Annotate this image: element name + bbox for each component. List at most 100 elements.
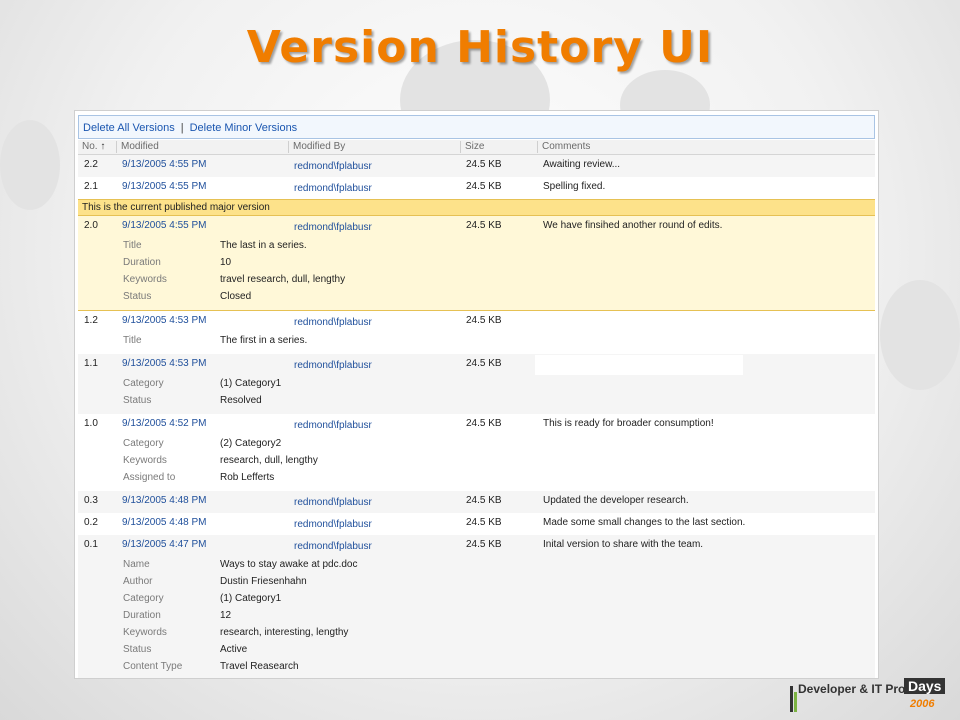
modified-date-link[interactable]: 9/13/2005 4:55 PM (122, 159, 207, 170)
property-label: Name (123, 559, 150, 570)
version-group: 2.2 9/13/2005 4:55 PM redmond\fplabusr 24.5… (78, 155, 875, 177)
file-size: 24.5 KB (466, 495, 502, 506)
version-group: 2.1 9/13/2005 4:55 PM redmond\fplabusr 24.5… (78, 177, 875, 199)
modified-date-link[interactable]: 9/13/2005 4:55 PM (122, 181, 207, 192)
logo-year-text: 2006 (910, 698, 935, 710)
version-number: 0.1 (84, 539, 98, 550)
property-value: research, interesting, lengthy (220, 627, 349, 638)
modified-date-link[interactable]: 9/13/2005 4:48 PM (122, 495, 207, 506)
version-property: Keywords travel research, dull, lengthy (78, 272, 875, 289)
version-number: 2.2 (84, 159, 98, 170)
property-value: 10 (220, 257, 232, 268)
table-row: 1.2 9/13/2005 4:53 PM redmond\fplabusr 24.5… (78, 311, 875, 333)
version-group: 0.2 9/13/2005 4:48 PM redmond\fplabusr 24.5… (78, 513, 875, 535)
property-value: The last in a series. (220, 240, 307, 251)
version-property: Title The first in a series. (78, 333, 875, 350)
paw-print-decoration (880, 280, 960, 390)
property-value: The first in a series. (220, 335, 308, 346)
version-group: 0.1 9/13/2005 4:47 PM redmond\fplabusr 24.5… (78, 535, 875, 678)
modified-date-link[interactable]: 9/13/2005 4:52 PM (122, 418, 207, 429)
version-comment: Updated the developer research. (543, 495, 689, 506)
version-property: Name Ways to stay awake at pdc.doc (78, 557, 875, 574)
property-value: Dustin Friesenhahn (220, 576, 307, 587)
version-number: 0.3 (84, 495, 98, 506)
property-value: Active (220, 644, 248, 655)
version-toolbar: Delete All Versions | Delete Minor Version… (78, 115, 875, 139)
redacted-area (535, 355, 743, 375)
column-header-size[interactable]: Size (460, 141, 484, 153)
modified-by-link[interactable]: redmond\fplabusr (294, 360, 372, 371)
version-property: Status Closed (78, 289, 875, 306)
column-header-modified-by[interactable]: Modified By (288, 141, 345, 153)
column-header-no[interactable]: No. ↑ (82, 141, 105, 153)
version-group: 1.1 9/13/2005 4:53 PM redmond\fplabusr 24.5… (78, 354, 875, 414)
delete-minor-versions-link[interactable]: Delete Minor Versions (190, 122, 298, 134)
version-property: Duration 12 (78, 608, 875, 625)
version-number: 1.0 (84, 418, 98, 429)
version-property: Category (1) Category1 (78, 591, 875, 608)
version-number: 1.2 (84, 315, 98, 326)
version-group: 1.2 9/13/2005 4:53 PM redmond\fplabusr 24.5… (78, 311, 875, 354)
version-comment: Made some small changes to the last sect… (543, 517, 746, 528)
table-row: 2.2 9/13/2005 4:55 PM redmond\fplabusr 24.5… (78, 155, 875, 177)
property-value: Ways to stay awake at pdc.doc (220, 559, 358, 570)
property-label: Status (123, 395, 152, 406)
property-value: (1) Category1 (220, 593, 282, 604)
property-label: Category (123, 438, 164, 449)
version-number: 0.2 (84, 517, 98, 528)
version-comment: Inital version to share with the team. (543, 539, 704, 550)
property-label: Keywords (123, 274, 167, 285)
sort-ascending-icon: ↑ (100, 141, 106, 152)
column-header-modified[interactable]: Modified (116, 141, 159, 153)
version-property: Category (2) Category2 (78, 436, 875, 453)
modified-date-link[interactable]: 9/13/2005 4:48 PM (122, 517, 207, 528)
modified-by-link[interactable]: redmond\fplabusr (294, 317, 372, 328)
modified-by-link[interactable]: redmond\fplabusr (294, 161, 372, 172)
property-label: Duration (123, 257, 161, 268)
property-value: Travel Reasearch (220, 661, 299, 672)
version-property: Keywords research, dull, lengthy (78, 453, 875, 470)
version-comment: Awaiting review... (543, 159, 621, 170)
version-property: Assigned to Rob Lefferts (78, 470, 875, 487)
file-size: 24.5 KB (466, 539, 502, 550)
table-row: 2.1 9/13/2005 4:55 PM redmond\fplabusr 24.5… (78, 177, 875, 199)
version-group: 2.0 9/13/2005 4:55 PM redmond\fplabusr 24.5… (78, 216, 875, 311)
version-group: 0.3 9/13/2005 4:48 PM redmond\fplabusr 24.5… (78, 491, 875, 513)
property-label: Author (123, 576, 153, 587)
modified-by-link[interactable]: redmond\fplabusr (294, 222, 372, 233)
logo-bar-icon (794, 692, 797, 712)
modified-date-link[interactable]: 9/13/2005 4:47 PM (122, 539, 207, 550)
version-property: Status Resolved (78, 393, 875, 410)
property-value: travel research, dull, lengthy (220, 274, 346, 285)
property-value: 12 (220, 610, 232, 621)
version-comment: This is ready for broader consumption! (543, 418, 714, 429)
version-number: 2.1 (84, 181, 98, 192)
version-property: Status Active (78, 642, 875, 659)
logo-bar-icon (790, 686, 793, 712)
row-spacer (78, 676, 875, 678)
logo-brand-text: Developer & IT Pro (798, 682, 906, 696)
modified-by-link[interactable]: redmond\fplabusr (294, 420, 372, 431)
modified-by-link[interactable]: redmond\fplabusr (294, 183, 372, 194)
modified-date-link[interactable]: 9/13/2005 4:53 PM (122, 358, 207, 369)
version-comment: Spelling fixed. (543, 181, 606, 192)
modified-by-link[interactable]: redmond\fplabusr (294, 497, 372, 508)
version-property: Keywords research, interesting, lengthy (78, 625, 875, 642)
property-label: Category (123, 378, 164, 389)
delete-all-versions-link[interactable]: Delete All Versions (83, 122, 175, 134)
version-number: 2.0 (84, 220, 98, 231)
file-size: 24.5 KB (466, 315, 502, 326)
property-value: Rob Lefferts (220, 472, 275, 483)
modified-date-link[interactable]: 9/13/2005 4:55 PM (122, 220, 207, 231)
modified-by-link[interactable]: redmond\fplabusr (294, 541, 372, 552)
modified-by-link[interactable]: redmond\fplabusr (294, 519, 372, 530)
property-label: Content Type (123, 661, 183, 672)
property-value: research, dull, lengthy (220, 455, 318, 466)
modified-date-link[interactable]: 9/13/2005 4:53 PM (122, 315, 207, 326)
version-history-panel: Delete All Versions | Delete Minor Version… (74, 110, 879, 679)
property-value: (1) Category1 (220, 378, 282, 389)
property-value: Resolved (220, 395, 262, 406)
version-property: Title The last in a series. (78, 238, 875, 255)
version-comment: We have finsihed another round of edits. (543, 220, 723, 231)
column-header-comments[interactable]: Comments (537, 141, 590, 153)
